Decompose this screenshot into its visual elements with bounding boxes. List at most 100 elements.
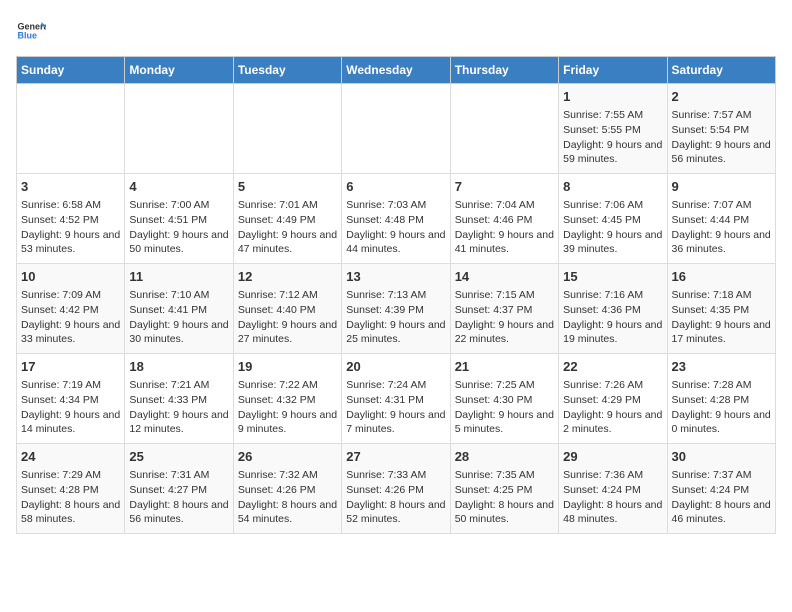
calendar-cell: 27 Sunrise: 7:33 AMSunset: 4:26 PMDayligh… bbox=[342, 444, 450, 534]
calendar-cell: 4 Sunrise: 7:00 AMSunset: 4:51 PMDaylight… bbox=[125, 174, 233, 264]
day-info: Sunrise: 7:18 AMSunset: 4:35 PMDaylight:… bbox=[672, 288, 771, 347]
day-number: 12 bbox=[238, 268, 337, 286]
calendar-cell bbox=[342, 84, 450, 174]
day-info: Sunrise: 7:37 AMSunset: 4:24 PMDaylight:… bbox=[672, 468, 771, 527]
calendar-cell: 28 Sunrise: 7:35 AMSunset: 4:25 PMDayligh… bbox=[450, 444, 558, 534]
day-info: Sunrise: 7:22 AMSunset: 4:32 PMDaylight:… bbox=[238, 378, 337, 437]
weekday-header-row: SundayMondayTuesdayWednesdayThursdayFrid… bbox=[17, 57, 776, 84]
logo-icon: General Blue bbox=[16, 16, 46, 46]
weekday-header-sunday: Sunday bbox=[17, 57, 125, 84]
weekday-header-monday: Monday bbox=[125, 57, 233, 84]
weekday-header-friday: Friday bbox=[559, 57, 667, 84]
day-info: Sunrise: 7:35 AMSunset: 4:25 PMDaylight:… bbox=[455, 468, 554, 527]
day-number: 27 bbox=[346, 448, 445, 466]
calendar-cell: 21 Sunrise: 7:25 AMSunset: 4:30 PMDayligh… bbox=[450, 354, 558, 444]
day-info: Sunrise: 7:33 AMSunset: 4:26 PMDaylight:… bbox=[346, 468, 445, 527]
day-info: Sunrise: 7:29 AMSunset: 4:28 PMDaylight:… bbox=[21, 468, 120, 527]
day-info: Sunrise: 7:03 AMSunset: 4:48 PMDaylight:… bbox=[346, 198, 445, 257]
day-info: Sunrise: 7:15 AMSunset: 4:37 PMDaylight:… bbox=[455, 288, 554, 347]
calendar-cell bbox=[17, 84, 125, 174]
day-number: 20 bbox=[346, 358, 445, 376]
day-number: 11 bbox=[129, 268, 228, 286]
day-info: Sunrise: 7:28 AMSunset: 4:28 PMDaylight:… bbox=[672, 378, 771, 437]
day-number: 24 bbox=[21, 448, 120, 466]
calendar-cell: 3 Sunrise: 6:58 AMSunset: 4:52 PMDaylight… bbox=[17, 174, 125, 264]
calendar-cell: 23 Sunrise: 7:28 AMSunset: 4:28 PMDayligh… bbox=[667, 354, 775, 444]
day-info: Sunrise: 7:16 AMSunset: 4:36 PMDaylight:… bbox=[563, 288, 662, 347]
day-info: Sunrise: 7:25 AMSunset: 4:30 PMDaylight:… bbox=[455, 378, 554, 437]
day-info: Sunrise: 7:21 AMSunset: 4:33 PMDaylight:… bbox=[129, 378, 228, 437]
day-info: Sunrise: 7:55 AMSunset: 5:55 PMDaylight:… bbox=[563, 108, 662, 167]
day-number: 16 bbox=[672, 268, 771, 286]
day-number: 25 bbox=[129, 448, 228, 466]
calendar-cell: 13 Sunrise: 7:13 AMSunset: 4:39 PMDayligh… bbox=[342, 264, 450, 354]
day-info: Sunrise: 7:07 AMSunset: 4:44 PMDaylight:… bbox=[672, 198, 771, 257]
calendar-cell: 18 Sunrise: 7:21 AMSunset: 4:33 PMDayligh… bbox=[125, 354, 233, 444]
calendar-cell: 8Sunrise: 7:06 AMSunset: 4:45 PMDaylight… bbox=[559, 174, 667, 264]
calendar-cell: 25 Sunrise: 7:31 AMSunset: 4:27 PMDayligh… bbox=[125, 444, 233, 534]
weekday-header-tuesday: Tuesday bbox=[233, 57, 341, 84]
day-number: 3 bbox=[21, 178, 120, 196]
day-number: 1 bbox=[563, 88, 662, 106]
day-info: Sunrise: 7:09 AMSunset: 4:42 PMDaylight:… bbox=[21, 288, 120, 347]
day-info: Sunrise: 7:01 AMSunset: 4:49 PMDaylight:… bbox=[238, 198, 337, 257]
calendar-cell: 1 Sunrise: 7:55 AMSunset: 5:55 PMDaylight… bbox=[559, 84, 667, 174]
day-number: 22 bbox=[563, 358, 662, 376]
calendar-cell: 14 Sunrise: 7:15 AMSunset: 4:37 PMDayligh… bbox=[450, 264, 558, 354]
day-info: Sunrise: 7:24 AMSunset: 4:31 PMDaylight:… bbox=[346, 378, 445, 437]
page-header: General Blue bbox=[16, 16, 776, 46]
day-number: 8 bbox=[563, 178, 662, 196]
day-number: 15 bbox=[563, 268, 662, 286]
day-info: Sunrise: 7:13 AMSunset: 4:39 PMDaylight:… bbox=[346, 288, 445, 347]
day-number: 28 bbox=[455, 448, 554, 466]
day-number: 18 bbox=[129, 358, 228, 376]
calendar-cell: 17 Sunrise: 7:19 AMSunset: 4:34 PMDayligh… bbox=[17, 354, 125, 444]
day-number: 4 bbox=[129, 178, 228, 196]
day-info: Sunrise: 7:04 AMSunset: 4:46 PMDaylight:… bbox=[455, 198, 554, 257]
day-info: Sunrise: 7:26 AMSunset: 4:29 PMDaylight:… bbox=[563, 378, 662, 437]
day-info: Sunrise: 7:19 AMSunset: 4:34 PMDaylight:… bbox=[21, 378, 120, 437]
day-info: Sunrise: 6:58 AMSunset: 4:52 PMDaylight:… bbox=[21, 198, 120, 257]
calendar-cell bbox=[450, 84, 558, 174]
calendar-cell: 30 Sunrise: 7:37 AMSunset: 4:24 PMDayligh… bbox=[667, 444, 775, 534]
calendar-cell: 29Sunrise: 7:36 AMSunset: 4:24 PMDayligh… bbox=[559, 444, 667, 534]
day-number: 30 bbox=[672, 448, 771, 466]
weekday-header-thursday: Thursday bbox=[450, 57, 558, 84]
calendar-cell: 16 Sunrise: 7:18 AMSunset: 4:35 PMDayligh… bbox=[667, 264, 775, 354]
calendar-cell: 26 Sunrise: 7:32 AMSunset: 4:26 PMDayligh… bbox=[233, 444, 341, 534]
day-info: Sunrise: 7:31 AMSunset: 4:27 PMDaylight:… bbox=[129, 468, 228, 527]
day-number: 2 bbox=[672, 88, 771, 106]
day-number: 13 bbox=[346, 268, 445, 286]
calendar-cell bbox=[233, 84, 341, 174]
calendar-cell: 9 Sunrise: 7:07 AMSunset: 4:44 PMDaylight… bbox=[667, 174, 775, 264]
calendar-body: 1 Sunrise: 7:55 AMSunset: 5:55 PMDaylight… bbox=[17, 84, 776, 534]
day-number: 14 bbox=[455, 268, 554, 286]
calendar-cell: 10Sunrise: 7:09 AMSunset: 4:42 PMDayligh… bbox=[17, 264, 125, 354]
day-number: 6 bbox=[346, 178, 445, 196]
calendar-week-3: 10Sunrise: 7:09 AMSunset: 4:42 PMDayligh… bbox=[17, 264, 776, 354]
svg-text:Blue: Blue bbox=[18, 31, 38, 41]
calendar-table: SundayMondayTuesdayWednesdayThursdayFrid… bbox=[16, 56, 776, 534]
calendar-cell: 24 Sunrise: 7:29 AMSunset: 4:28 PMDayligh… bbox=[17, 444, 125, 534]
calendar-week-4: 17 Sunrise: 7:19 AMSunset: 4:34 PMDayligh… bbox=[17, 354, 776, 444]
calendar-cell: 6 Sunrise: 7:03 AMSunset: 4:48 PMDaylight… bbox=[342, 174, 450, 264]
calendar-cell: 22 Sunrise: 7:26 AMSunset: 4:29 PMDayligh… bbox=[559, 354, 667, 444]
logo: General Blue bbox=[16, 16, 46, 46]
weekday-header-saturday: Saturday bbox=[667, 57, 775, 84]
day-info: Sunrise: 7:12 AMSunset: 4:40 PMDaylight:… bbox=[238, 288, 337, 347]
day-number: 19 bbox=[238, 358, 337, 376]
calendar-cell: 11Sunrise: 7:10 AMSunset: 4:41 PMDayligh… bbox=[125, 264, 233, 354]
day-info: Sunrise: 7:36 AMSunset: 4:24 PMDaylight:… bbox=[563, 468, 662, 527]
calendar-cell: 7Sunrise: 7:04 AMSunset: 4:46 PMDaylight… bbox=[450, 174, 558, 264]
day-number: 26 bbox=[238, 448, 337, 466]
calendar-cell: 2Sunrise: 7:57 AMSunset: 5:54 PMDaylight… bbox=[667, 84, 775, 174]
calendar-cell: 20 Sunrise: 7:24 AMSunset: 4:31 PMDayligh… bbox=[342, 354, 450, 444]
day-info: Sunrise: 7:00 AMSunset: 4:51 PMDaylight:… bbox=[129, 198, 228, 257]
day-number: 9 bbox=[672, 178, 771, 196]
day-number: 21 bbox=[455, 358, 554, 376]
calendar-cell: 5Sunrise: 7:01 AMSunset: 4:49 PMDaylight… bbox=[233, 174, 341, 264]
day-number: 17 bbox=[21, 358, 120, 376]
calendar-cell: 19 Sunrise: 7:22 AMSunset: 4:32 PMDayligh… bbox=[233, 354, 341, 444]
day-info: Sunrise: 7:32 AMSunset: 4:26 PMDaylight:… bbox=[238, 468, 337, 527]
day-number: 23 bbox=[672, 358, 771, 376]
